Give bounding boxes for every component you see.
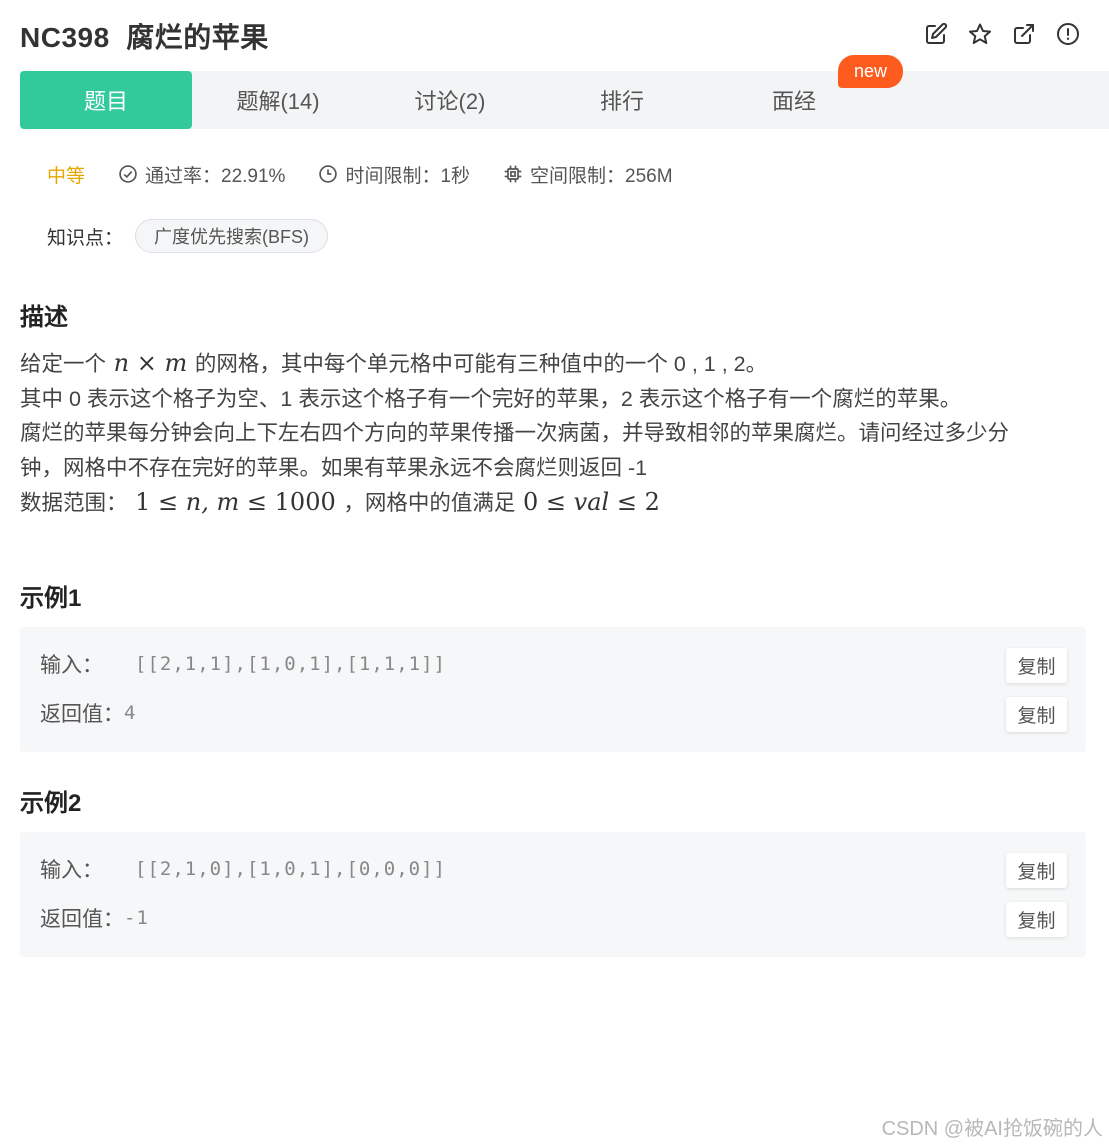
description-line-3: 腐烂的苹果每分钟会向上下左右四个方向的苹果传播一次病菌，并导致相邻的苹果腐烂。请… <box>20 421 1010 445</box>
copy-input-button[interactable]: 复制 <box>1006 853 1067 888</box>
output-value[interactable]: -1 <box>124 907 149 929</box>
description-line-1: 给定一个 n × m 的网格，其中每个单元格中可能有三种值中的一个 0 , 1 … <box>20 346 1095 382</box>
example-1-title: 示例1 <box>20 585 82 612</box>
example-2-title: 示例2 <box>20 790 82 817</box>
example-1-input: 输入： [[2,1,1],[1,0,1],[1,1,1]] <box>40 649 446 679</box>
tab-bar: 题目 题解(14) 讨论(2) 排行 面经 <box>20 71 1109 129</box>
space-limit-text: 空间限制：256M <box>530 165 673 187</box>
desc-text: ，网格中的值满足 <box>343 491 516 515</box>
example-1-output: 返回值： 4 <box>40 698 136 728</box>
description-line-5: 数据范围： 1 ≤ n, m ≤ 1000 ，网格中的值满足 0 ≤ val ≤… <box>20 485 1095 521</box>
math-times: × <box>136 349 157 377</box>
math-n-times-m: n × m <box>106 349 195 377</box>
watermark: CSDN @被AI抢饭碗的人 <box>881 1118 1103 1140</box>
time-limit: 时间限制：1秒 <box>318 161 470 188</box>
example-2-output: 返回值： -1 <box>40 903 149 933</box>
desc-text: 的网格，其中每个单元格中可能有三种值中的一个 0 , 1 , 2。 <box>194 352 768 376</box>
description-line-4: 钟，网格中不存在完好的苹果。如果有苹果永远不会腐烂则返回 -1 <box>20 455 648 480</box>
external-link-icon[interactable] <box>1011 21 1037 47</box>
report-icon[interactable] <box>1055 21 1081 47</box>
tab-solutions[interactable]: 题解(14) <box>192 71 364 129</box>
clock-icon <box>319 165 338 183</box>
math-part: ≤ 1000 <box>239 488 336 516</box>
example-2-input: 输入： [[2,1,0],[1,0,1],[0,0,0]] <box>40 854 446 884</box>
tab-ranking[interactable]: 排行 <box>536 71 708 129</box>
knowledge-points: 知识点： 广度优先搜索(BFS) <box>47 219 329 253</box>
title-bar: NC398 腐烂的苹果 <box>0 0 1109 70</box>
space-limit: 空间限制：256M <box>503 161 673 188</box>
tab-discussion[interactable]: 讨论(2) <box>364 71 536 129</box>
description-line-2: 其中 0 表示这个格子为空、1 表示这个格子有一个完好的苹果，2 表示这个格子有… <box>20 386 962 411</box>
math-part: 0 ≤ <box>523 488 574 516</box>
input-value[interactable]: [[2,1,0],[1,0,1],[0,0,0]] <box>135 858 446 880</box>
pass-rate-text: 通过率：22.91% <box>145 165 286 187</box>
output-value[interactable]: 4 <box>124 702 136 724</box>
input-label: 输入： <box>40 859 103 882</box>
edit-icon[interactable] <box>923 21 949 47</box>
example-1-box: 输入： [[2,1,1],[1,0,1],[1,1,1]] 复制 返回值： 4 … <box>20 627 1086 752</box>
math-range-val: 0 ≤ val ≤ 2 <box>515 488 660 516</box>
star-icon[interactable] <box>967 21 993 47</box>
math-var-n: n <box>113 349 130 377</box>
math-range-nm: 1 ≤ n, m ≤ 1000 <box>128 488 344 516</box>
time-limit-text: 时间限制：1秒 <box>345 165 471 187</box>
copy-input-button[interactable]: 复制 <box>1006 648 1067 683</box>
output-label: 返回值： <box>40 703 124 726</box>
desc-text: 给定一个 <box>20 352 107 376</box>
page-title: NC398 腐烂的苹果 <box>20 22 269 53</box>
check-circle-icon <box>119 165 137 183</box>
title-actions <box>923 21 1081 47</box>
math-part: ≤ 2 <box>609 488 660 516</box>
chip-icon <box>504 165 522 183</box>
copy-output-button[interactable]: 复制 <box>1006 697 1067 732</box>
input-label: 输入： <box>40 654 103 677</box>
new-badge: new <box>838 55 903 88</box>
description-title: 描述 <box>20 304 68 331</box>
copy-output-button[interactable]: 复制 <box>1006 902 1067 937</box>
knowledge-tag-bfs[interactable]: 广度优先搜索(BFS) <box>135 219 329 253</box>
math-var-m: m <box>164 349 188 377</box>
input-value[interactable]: [[2,1,1],[1,0,1],[1,1,1]] <box>135 653 446 675</box>
problem-meta: 中等 通过率：22.91% 时间限制：1秒 空间限制：256M <box>47 158 706 190</box>
description-body: 给定一个 n × m 的网格，其中每个单元格中可能有三种值中的一个 0 , 1 … <box>20 346 1095 521</box>
tab-problem[interactable]: 题目 <box>20 71 192 129</box>
difficulty-label: 中等 <box>47 165 86 187</box>
math-var: val <box>573 488 610 516</box>
math-part: 1 ≤ <box>135 488 186 516</box>
pass-rate: 通过率：22.91% <box>118 161 285 188</box>
knowledge-label: 知识点： <box>47 227 124 249</box>
math-var: n, m <box>185 488 240 516</box>
example-2-box: 输入： [[2,1,0],[1,0,1],[0,0,0]] 复制 返回值： -1… <box>20 832 1086 957</box>
output-label: 返回值： <box>40 908 124 931</box>
desc-text: 数据范围： <box>20 491 128 515</box>
